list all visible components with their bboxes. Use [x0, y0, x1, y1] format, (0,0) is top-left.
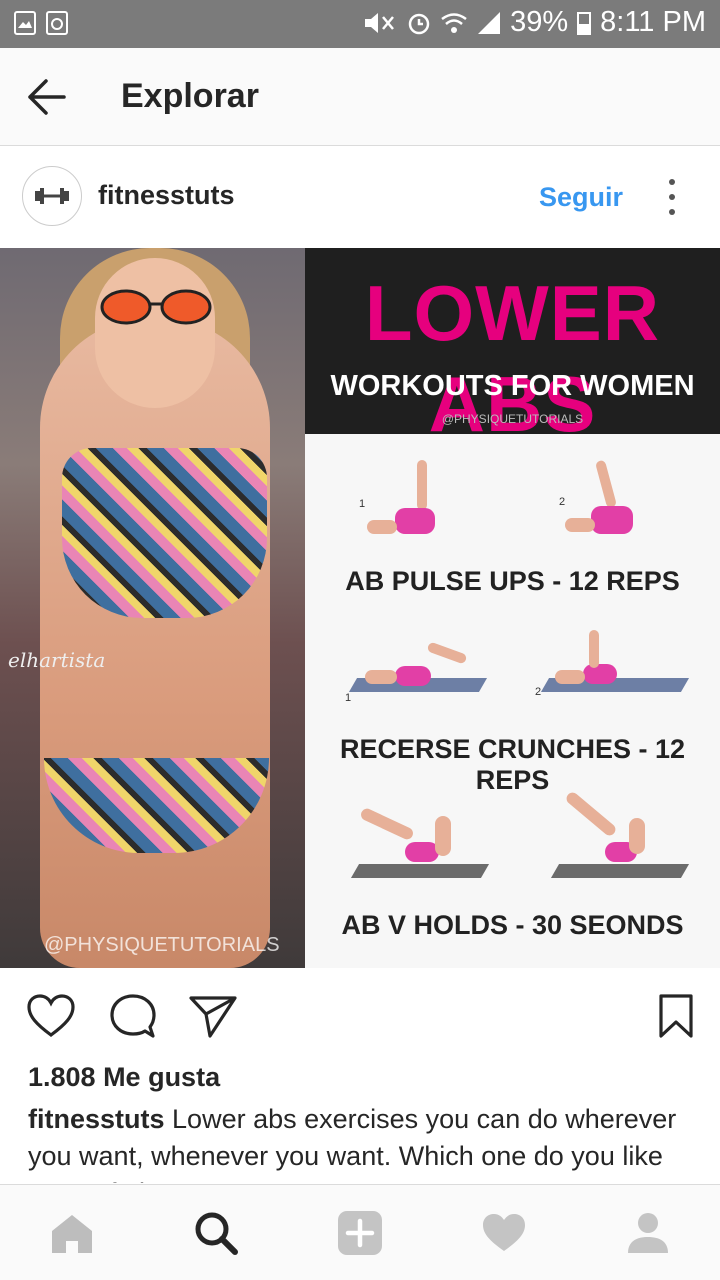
comment-button[interactable]: [108, 992, 158, 1040]
post-username[interactable]: fitnesstuts: [98, 180, 235, 211]
mute-icon: [365, 12, 395, 33]
battery-percent: 39%: [510, 6, 569, 38]
nav-add[interactable]: [336, 1209, 384, 1257]
photo-bikini-top: [62, 448, 267, 618]
recycle-notification-icon: [46, 11, 68, 35]
home-icon: [52, 1215, 92, 1253]
dumbbell-icon: [35, 188, 69, 204]
photo-signature: elhartista: [8, 648, 106, 672]
exercise-2-figure-2: 2: [535, 628, 690, 708]
bookmark-icon: [659, 994, 693, 1038]
exercise-1-figure-2: 2: [555, 459, 665, 540]
exercise-1-label: AB PULSE UPS - 12 REPS: [345, 566, 680, 596]
bottom-nav: [0, 1184, 720, 1280]
exercise-3-figure-2: [545, 790, 690, 878]
more-options-button[interactable]: [664, 179, 680, 215]
battery-icon: [577, 11, 592, 35]
photo-body: [40, 318, 270, 968]
share-button[interactable]: [188, 992, 238, 1040]
arrow-left-icon: [28, 79, 66, 115]
workout-watermark: @PHYSIQUETUTORIALS: [441, 412, 584, 426]
post-image[interactable]: elhartista @PHYSIQUETUTORIALS LOWER ABS …: [0, 248, 720, 968]
workout-subtitle: WORKOUTS FOR WOMEN: [330, 370, 695, 402]
alarm-icon: [408, 13, 430, 34]
heart-icon: [27, 994, 75, 1037]
follow-button[interactable]: Seguir: [539, 182, 623, 213]
post-caption: fitnesstuts Lower abs exercises you can …: [28, 1101, 698, 1183]
like-button[interactable]: [26, 992, 76, 1040]
search-icon: [195, 1212, 238, 1255]
nav-home[interactable]: [48, 1209, 96, 1257]
signal-icon: [478, 11, 501, 34]
status-bar: 39% 8:11 PM: [0, 0, 720, 48]
gallery-notification-icon: [14, 11, 36, 35]
nav-activity[interactable]: [480, 1209, 528, 1257]
exercise-3-label: AB V HOLDS - 30 SEONDS: [341, 910, 684, 940]
add-icon: [338, 1211, 382, 1255]
exercise-1-figure-1: 1: [355, 460, 465, 540]
app-header: Explorar: [0, 48, 720, 146]
back-button[interactable]: [22, 74, 72, 120]
like-count[interactable]: 1.808 Me gusta: [28, 1062, 220, 1093]
model-photo: elhartista @PHYSIQUETUTORIALS: [0, 248, 305, 968]
exercise-2-label: RECERSE CRUNCHES - 12 REPS: [339, 734, 686, 795]
caption-username[interactable]: fitnesstuts: [28, 1104, 165, 1134]
avatar[interactable]: [22, 166, 82, 226]
post-actions: [0, 968, 720, 1058]
nav-search[interactable]: [192, 1209, 240, 1257]
photo-watermark: @PHYSIQUETUTORIALS: [44, 934, 280, 956]
sunglasses-icon: [100, 289, 212, 325]
paper-plane-icon: [189, 996, 237, 1038]
photo-face: [95, 258, 215, 408]
comment-icon: [110, 994, 156, 1038]
save-button[interactable]: [652, 992, 702, 1040]
heart-icon: [483, 1214, 525, 1251]
exercise-2-figure-1: 1: [345, 628, 488, 708]
exercise-3-figure-1: [345, 806, 490, 888]
page-title: Explorar: [121, 77, 259, 115]
nav-profile[interactable]: [624, 1209, 672, 1257]
clock: 8:11 PM: [600, 6, 706, 38]
wifi-icon: [441, 12, 467, 33]
workout-panel-header: LOWER ABS WORKOUTS FOR WOMEN @PHYSIQUETU…: [305, 248, 720, 448]
post-header: fitnesstuts Seguir: [0, 147, 720, 248]
workout-panel: LOWER ABS WORKOUTS FOR WOMEN @PHYSIQUETU…: [305, 248, 720, 968]
profile-icon: [628, 1213, 668, 1253]
